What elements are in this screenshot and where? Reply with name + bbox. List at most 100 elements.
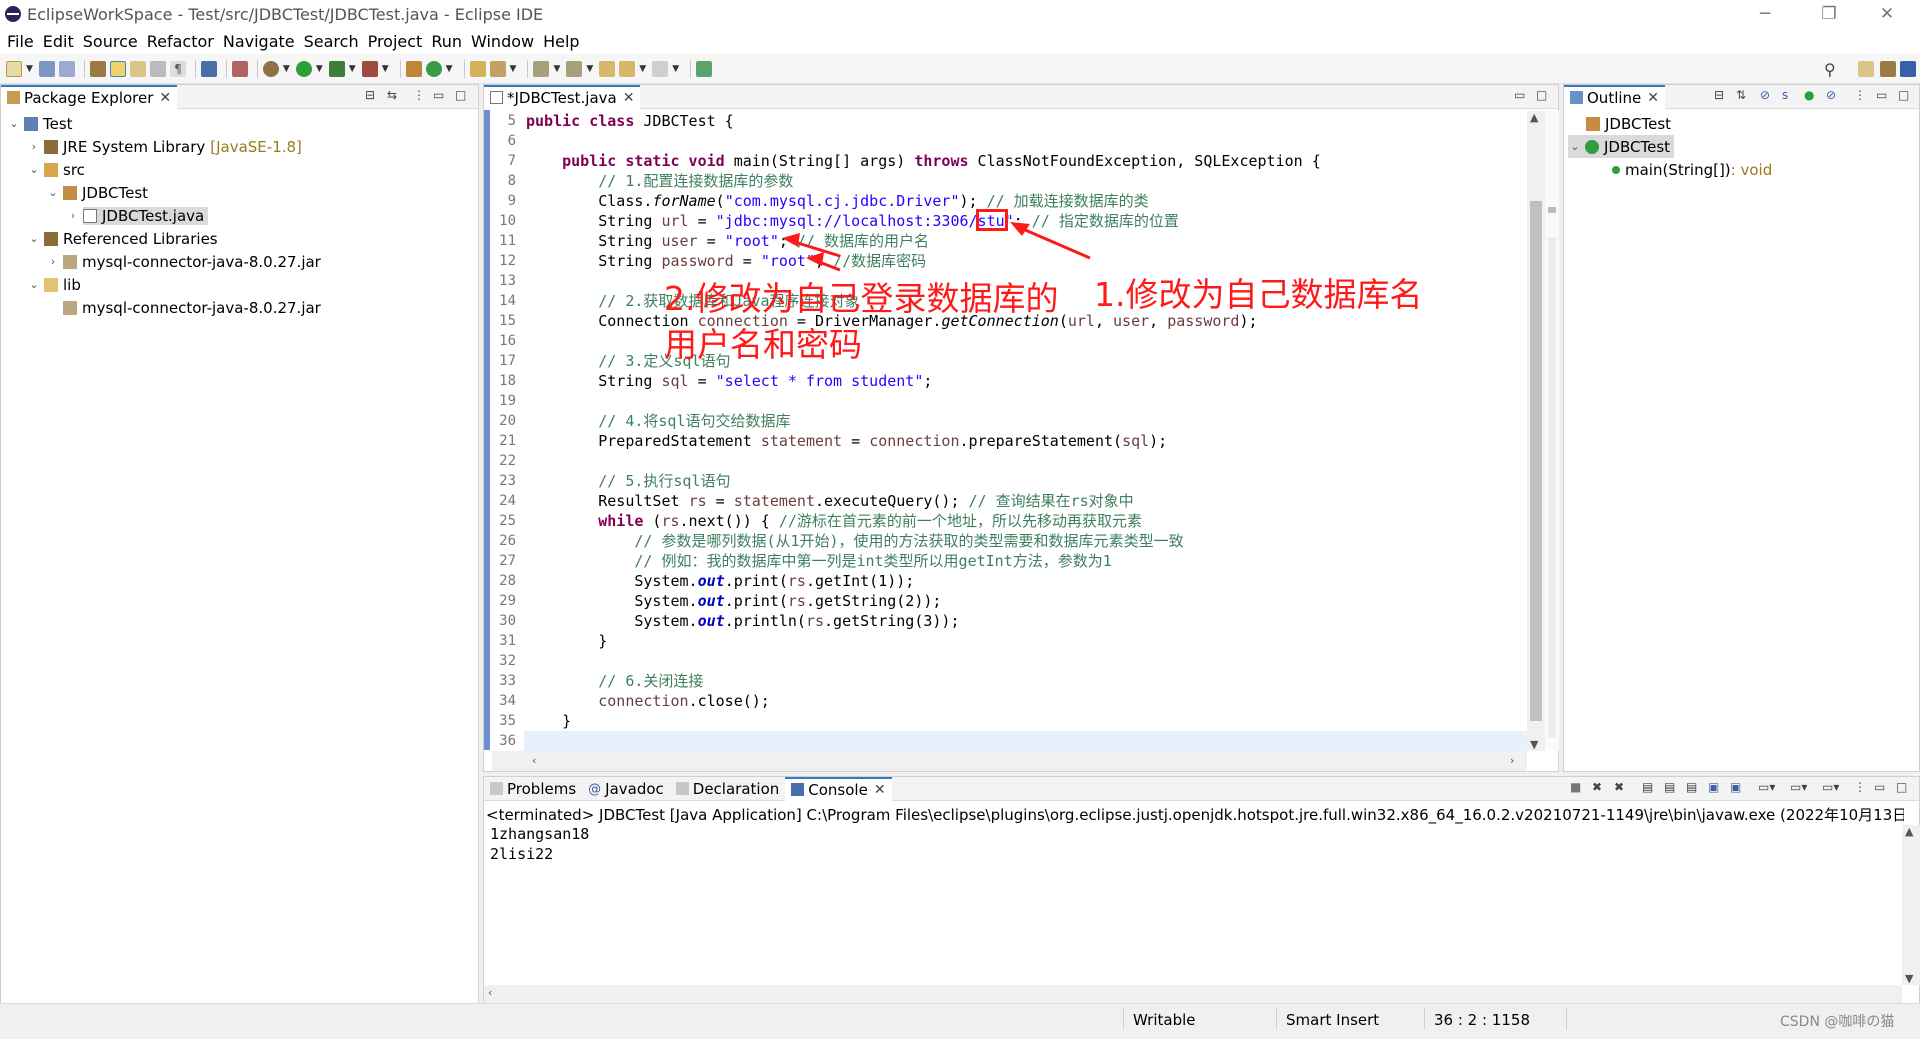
open-task-icon[interactable] [489,60,506,77]
show-on-error-icon[interactable]: ▣ [1730,780,1741,794]
code-line[interactable]: // 1.配置连接数据库的参数 [526,171,793,191]
hide-fields-icon[interactable]: ⊘ [1760,88,1770,102]
close-icon[interactable]: ✕ [874,782,886,798]
pilcrow-icon[interactable]: ¶ [169,60,186,77]
chevron-down-icon[interactable]: ▼ [510,64,517,74]
display-console-icon[interactable]: ▭▾ [1790,780,1807,794]
scroll-up-icon[interactable]: ▲ [1905,825,1913,838]
chevron-down-icon[interactable]: ▼ [26,64,33,74]
tab-jdbctest-java[interactable]: *JDBCTest.java ✕ [484,84,641,109]
maximize-view-icon[interactable]: □ [1898,88,1909,102]
code-line[interactable]: // 参数是哪列数据(从1开始)，使用的方法获取的类型需要和数据库元素类型一致 [526,531,1183,551]
code-line[interactable]: Connection connection = DriverManager.ge… [526,311,1257,331]
scroll-up-icon[interactable]: ▲ [1530,111,1538,124]
code-line[interactable]: PreparedStatement statement = connection… [526,431,1167,451]
coverage-icon[interactable] [328,60,345,77]
maximize-view-icon[interactable]: □ [1536,88,1547,102]
hide-static-icon[interactable]: s [1782,88,1788,102]
code-line[interactable]: String password = "root"; //数据库密码 [526,251,926,271]
folder-toggle-icon[interactable] [129,60,146,77]
external-tools-icon[interactable] [361,60,378,77]
restore-button[interactable]: ❐ [1806,0,1852,28]
code-line[interactable]: // 6.关闭连接 [526,671,703,691]
tree-item-lib-jar[interactable]: mysql-connector-java-8.0.27.jar [46,296,321,319]
scroll-left-icon[interactable]: ‹ [488,986,492,999]
scroll-thumb[interactable] [1530,201,1542,721]
remove-launch-icon[interactable]: ✖ [1592,780,1602,794]
link-editor-icon[interactable]: ⇆ [387,88,397,102]
view-menu-icon[interactable]: ⋮ [1854,780,1866,794]
console-icon[interactable] [200,60,217,77]
minimize-view-icon[interactable]: ▭ [1874,780,1885,794]
show-on-output-icon[interactable]: ▣ [1708,780,1719,794]
menu-file[interactable]: File [7,32,34,51]
skip-breakpoints-icon[interactable] [231,60,248,77]
code-line[interactable]: // 3.定义sql语句 [526,351,730,371]
forward-icon[interactable] [652,60,669,77]
view-menu-icon[interactable]: ⋮ [1854,88,1866,102]
code-line[interactable]: Class.forName("com.mysql.cj.jdbc.Driver"… [526,191,1148,211]
menu-help[interactable]: Help [543,32,579,51]
tree-item-lib[interactable]: ⌄ lib [27,273,80,296]
code-area[interactable]: 5 public class JDBCTest {6 7 public static… [492,111,1532,751]
highlight-icon[interactable] [109,60,126,77]
new-package-icon[interactable] [405,60,422,77]
chevron-right-icon[interactable]: › [46,255,60,268]
code-line[interactable]: } [526,631,607,651]
maximize-view-icon[interactable]: □ [1896,780,1907,794]
close-button[interactable]: ✕ [1864,0,1910,28]
save-icon[interactable] [38,60,55,77]
new-class-icon[interactable] [425,60,442,77]
prev-annotation-icon[interactable] [566,60,583,77]
tab-console[interactable]: Console ✕ [785,776,892,801]
scroll-left-icon[interactable]: ‹ [532,754,536,767]
back-icon[interactable] [619,60,636,77]
tree-item-package[interactable]: ⌄ JDBCTest [46,181,148,204]
next-annotation-icon[interactable] [533,60,550,77]
chevron-down-icon[interactable]: ▼ [283,64,290,74]
word-wrap-icon[interactable]: ▤ [1686,780,1697,794]
menu-project[interactable]: Project [368,32,423,51]
chevron-down-icon[interactable]: ⌄ [27,163,41,176]
code-line[interactable]: // 2.获取数据库和Java程序连接对象 [526,291,859,311]
last-edit-icon[interactable] [599,60,616,77]
terminate-icon[interactable]: ■ [1570,780,1581,794]
outline-item-class[interactable]: ⌄ JDBCTest [1568,135,1675,158]
chevron-down-icon[interactable]: ▼ [553,64,560,74]
save-all-icon[interactable] [58,60,75,77]
debug-icon[interactable] [262,60,279,77]
console-vertical-scrollbar[interactable]: ▲ ▼ [1902,825,1920,985]
outline-item-method[interactable]: main(String[]) : void [1612,158,1772,181]
menu-run[interactable]: Run [431,32,462,51]
java-ee-perspective-icon[interactable] [1880,61,1896,77]
code-line[interactable]: // 5.执行sql语句 [526,471,730,491]
code-line[interactable]: String user = "root"; // 数据库的用户名 [526,231,929,251]
code-line[interactable]: // 4.将sql语句交给数据库 [526,411,790,431]
menu-search[interactable]: Search [304,32,359,51]
chevron-down-icon[interactable]: ▼ [639,64,646,74]
open-perspective-icon[interactable] [1858,61,1874,77]
tab-outline[interactable]: Outline ✕ [1564,84,1665,109]
block-icon[interactable] [149,60,166,77]
scroll-down-icon[interactable]: ▼ [1905,972,1913,985]
tree-item-jar[interactable]: › mysql-connector-java-8.0.27.jar [46,250,321,273]
tab-javadoc[interactable]: @ Javadoc [582,777,670,801]
collapse-all-icon[interactable]: ⊟ [1714,88,1724,102]
chevron-down-icon[interactable]: ⌄ [7,117,21,130]
code-line[interactable]: System.out.print(rs.getInt(1)); [526,571,914,591]
menu-navigate[interactable]: Navigate [223,32,295,51]
debug-icon-small[interactable] [89,60,106,77]
new-icon[interactable] [6,60,22,77]
tab-problems[interactable]: Problems [484,777,582,801]
console-output-area[interactable]: 1zhangsan18 2lisi22 [484,825,1902,985]
code-line[interactable]: // 例如：我的数据库中第一列是int类型所以用getInt方法，参数为1 [526,551,1111,571]
pin-console-icon[interactable]: ▭▾ [1758,780,1775,794]
scroll-lock-icon[interactable]: ▤ [1664,780,1675,794]
tab-package-explorer[interactable]: Package Explorer ✕ [1,84,178,109]
remove-all-icon[interactable]: ✖ [1614,780,1624,794]
code-line[interactable]: ResultSet rs = statement.executeQuery();… [526,491,1133,511]
code-line[interactable]: public class JDBCTest { [526,111,734,131]
menu-window[interactable]: Window [471,32,534,51]
console-horizontal-scrollbar[interactable]: ‹ [484,985,1902,1003]
pin-editor-icon[interactable] [696,60,713,77]
